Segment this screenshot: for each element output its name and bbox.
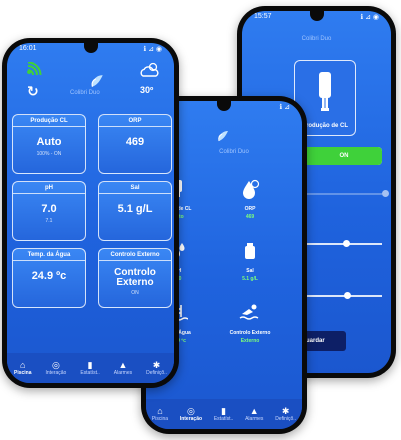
tile-value: 469 bbox=[245, 214, 255, 220]
phone-left: 16:01 ℹ ⊿ ◉ ↻ Colibri Duo 30º Produção C… bbox=[2, 38, 179, 388]
slider-2-knob[interactable] bbox=[343, 240, 350, 247]
card-title: Controlo Externo bbox=[99, 249, 171, 261]
orp-drop-icon bbox=[243, 179, 260, 199]
card-sub: 7.1 bbox=[45, 218, 53, 224]
card-value: Auto bbox=[36, 136, 62, 148]
card-orp[interactable]: ORP 469 bbox=[98, 114, 172, 174]
card-external-control[interactable]: Controlo Externo Controlo Externo ON bbox=[98, 248, 172, 308]
card-title: Temp. da Água bbox=[13, 249, 85, 261]
tile-value: 5.1 g/L bbox=[242, 276, 258, 282]
tile-external-control[interactable]: Controlo Externo Externo bbox=[218, 303, 282, 344]
tile-label: ORP bbox=[244, 206, 256, 212]
nav-label: Interação bbox=[45, 370, 67, 376]
status-time: 15:57 bbox=[254, 13, 272, 20]
touch-icon: ◎ bbox=[187, 406, 195, 416]
nav-label: Piscina bbox=[151, 416, 169, 422]
tile-label: Sal bbox=[246, 268, 254, 274]
gear-icon: ✱ bbox=[281, 406, 290, 416]
card-value: Controlo Externo bbox=[114, 267, 156, 288]
temperature-readout: 30º bbox=[140, 85, 154, 95]
card-sub: 100% - ON bbox=[36, 151, 62, 157]
bar-chart-icon: ▮ bbox=[221, 406, 227, 416]
nav-label: Estatíst.. bbox=[213, 416, 234, 422]
tile-salt[interactable]: Sal 5.1 g/L bbox=[218, 241, 282, 282]
card-value: 24.9 ºc bbox=[31, 270, 67, 282]
card-sub: ON bbox=[131, 290, 139, 296]
warning-icon: ▲ bbox=[118, 360, 128, 370]
wifi-signal-icon bbox=[27, 61, 43, 81]
nav-alarmes[interactable]: ▲ Alarmes bbox=[245, 406, 263, 422]
card-title: Produção CL bbox=[13, 115, 85, 127]
nav-label: Alarmes bbox=[113, 370, 133, 376]
nav-estatisticas[interactable]: ▮ Estatíst.. bbox=[80, 360, 99, 376]
status-icons: ℹ ⊿ bbox=[279, 104, 290, 111]
card-title: ORP bbox=[99, 115, 171, 127]
toggle-on-label: ON bbox=[339, 153, 349, 159]
nav-alarmes[interactable]: ▲ Alarmes bbox=[114, 360, 132, 376]
card-chlorine-production[interactable]: Produção CL Auto 100% - ON bbox=[12, 114, 86, 174]
app-name: Colibri Duo bbox=[301, 36, 332, 42]
bottom-nav: ⌂ Piscina ◎ Interação ▮ Estatíst.. ▲ Alarmes… bbox=[7, 353, 174, 383]
gear-icon: ✱ bbox=[152, 360, 161, 370]
nav-definicoes[interactable]: ✱ Definiçõ.. bbox=[275, 406, 296, 422]
nav-interacao[interactable]: ◎ Interação bbox=[180, 406, 202, 422]
nav-interacao[interactable]: ◎ Interação bbox=[45, 360, 66, 376]
home-icon: ⌂ bbox=[20, 360, 26, 370]
tile-orp[interactable]: ORP 469 bbox=[218, 179, 282, 220]
slider-3-knob[interactable] bbox=[344, 292, 351, 299]
card-value: 5.1 g/L bbox=[117, 203, 153, 215]
nav-piscina[interactable]: ⌂ Piscina bbox=[152, 406, 168, 422]
phone-left-screen: 16:01 ℹ ⊿ ◉ ↻ Colibri Duo 30º Produção C… bbox=[7, 43, 174, 383]
slider-1-knob[interactable] bbox=[382, 190, 389, 197]
bottom-nav: ⌂ Piscina ◎ Interação ▮ Estatíst.. ▲ Alarmes… bbox=[146, 399, 302, 429]
status-icons: ℹ ⊿ ◉ bbox=[143, 46, 162, 53]
nav-label: Definiçõ.. bbox=[146, 370, 167, 376]
card-title: pH bbox=[13, 182, 85, 194]
nav-label: Estatíst.. bbox=[80, 370, 100, 376]
nav-estatisticas[interactable]: ▮ Estatíst.. bbox=[214, 406, 233, 422]
nav-label: Interação bbox=[179, 416, 203, 422]
card-ph[interactable]: pH 7.0 7.1 bbox=[12, 181, 86, 241]
nav-label: Alarmes bbox=[245, 416, 264, 422]
chlorine-cell-icon bbox=[317, 70, 333, 114]
weather-cloud-icon bbox=[139, 62, 161, 83]
card-title: Sal bbox=[99, 182, 171, 194]
warning-icon: ▲ bbox=[249, 406, 259, 416]
toggle-on-segment: ON bbox=[306, 147, 382, 165]
swimmer-icon bbox=[239, 304, 259, 320]
home-icon: ⌂ bbox=[157, 406, 163, 416]
status-time: 16:01 bbox=[19, 45, 37, 52]
nav-definicoes[interactable]: ✱ Definiçõ.. bbox=[146, 360, 167, 376]
status-icons: ℹ ⊿ ◉ bbox=[360, 14, 379, 21]
colibri-logo-icon bbox=[216, 129, 230, 148]
tile-label: Controlo Externo bbox=[229, 330, 271, 336]
touch-icon: ◎ bbox=[51, 360, 60, 370]
tile-value: Externo bbox=[240, 338, 260, 344]
card-salt[interactable]: Sal 5.1 g/L bbox=[98, 181, 172, 241]
nav-label: Piscina bbox=[13, 370, 32, 376]
bar-chart-icon: ▮ bbox=[87, 360, 93, 370]
salt-shaker-icon bbox=[245, 243, 255, 259]
app-name: Colibri Duo bbox=[219, 149, 249, 155]
nav-piscina[interactable]: ⌂ Piscina bbox=[14, 360, 32, 376]
card-value: 7.0 bbox=[41, 203, 57, 215]
nav-label: Definiçõ.. bbox=[275, 416, 297, 422]
card-water-temp[interactable]: Temp. da Água 24.9 ºc bbox=[12, 248, 86, 308]
card-value: 469 bbox=[125, 136, 145, 148]
app-name: Colibri Duo bbox=[70, 90, 100, 96]
refresh-icon[interactable]: ↻ bbox=[27, 83, 39, 100]
